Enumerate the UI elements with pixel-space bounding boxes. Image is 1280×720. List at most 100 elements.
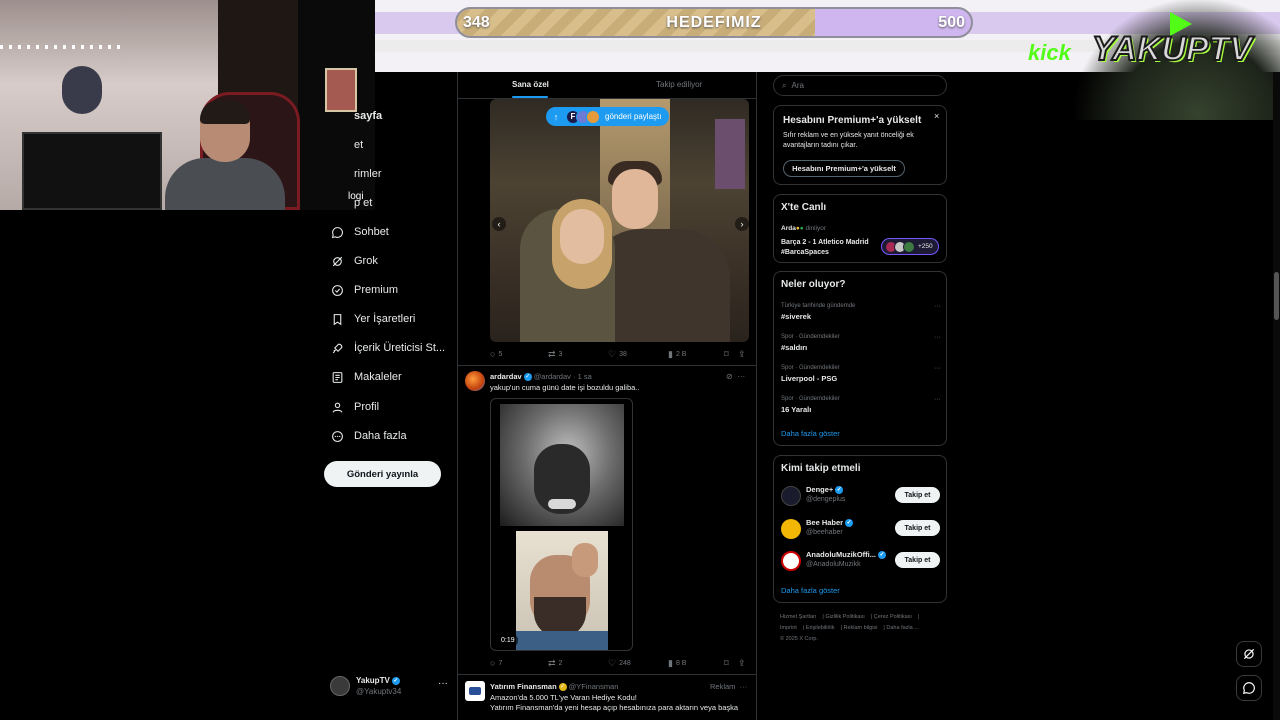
nav-label: Profil	[354, 401, 380, 413]
goal-progress-bar: 348 HEDEFIMIZ 500	[455, 7, 973, 38]
follow-button[interactable]: Takip et	[895, 487, 940, 503]
footer-link[interactable]: Çerez Politikası	[874, 614, 912, 620]
views-button[interactable]: ▮ 2 B	[668, 349, 724, 360]
post-button[interactable]: Gönderi yayınla	[324, 461, 441, 487]
more-icon[interactable]: ···	[740, 682, 748, 691]
premium-upsell-card: Hesabını Premium+'a yükselt × Sıfır rekl…	[773, 105, 947, 185]
avatar	[781, 551, 801, 571]
nav-home[interactable]: sayfa	[330, 105, 382, 127]
nav-more[interactable]: Daha fazla	[330, 425, 407, 447]
card-title: Neler oluyor?	[781, 279, 846, 290]
trend-item[interactable]: Spor · Gündemdekiler 16 Yaralı ···	[781, 396, 941, 414]
grok-icon[interactable]	[1236, 641, 1262, 667]
grok-icon[interactable]: ⊘	[726, 372, 733, 381]
divider	[458, 365, 756, 366]
bookmark-icon: ⌑	[724, 348, 729, 359]
video-duration: 0:19	[498, 636, 518, 645]
tab-following[interactable]: Takip ediliyor	[656, 80, 702, 89]
avatar[interactable]	[465, 681, 485, 701]
nav-label: Yer İşaretleri	[354, 313, 416, 325]
new-posts-pill[interactable]: ↑ F gönderi paylaştı	[546, 107, 669, 126]
card-title: Hesabını Premium+'a yükselt	[783, 115, 922, 126]
nav-profile[interactable]: Profil	[330, 396, 379, 418]
footer-link[interactable]: Daha fazla ...	[886, 625, 918, 631]
chevron-left-icon[interactable]: ‹	[492, 217, 506, 231]
verified-icon: ✓	[523, 373, 532, 382]
footer-link[interactable]: Reklam bilgisi	[843, 625, 877, 631]
profile-icon	[330, 400, 344, 414]
show-more-link[interactable]: Daha fazla göster	[781, 429, 840, 438]
share-button[interactable]: ⇪	[738, 658, 749, 669]
more-icon[interactable]: ···	[737, 372, 745, 381]
follow-button[interactable]: Takip et	[895, 552, 940, 568]
scrollbar-thumb[interactable]	[1274, 272, 1279, 320]
more-icon[interactable]: ···	[934, 303, 941, 310]
post-author[interactable]: Yatırım Finansman ✓ @YFinansman	[490, 682, 618, 692]
bookmark-button[interactable]: ⌑	[724, 658, 738, 669]
footer-link[interactable]: Hizmet Şartları	[780, 614, 816, 620]
show-more-link[interactable]: Daha fazla göster	[781, 586, 840, 595]
share-button[interactable]: ⇪	[738, 349, 749, 360]
trend-item[interactable]: Türkiye tarihinde gündemde #siverek ···	[781, 303, 941, 321]
footer-link[interactable]: Erişilebilirlik	[806, 625, 835, 631]
trends-card: Neler oluyor? Türkiye tarihinde gündemde…	[773, 271, 947, 446]
chat-icon[interactable]	[1236, 675, 1262, 701]
like-button[interactable]: ♡ 248	[608, 658, 668, 669]
share-icon: ⇪	[738, 348, 746, 359]
follow-suggestion[interactable]: Denge+ ✓ @dengeplus Takip et	[781, 484, 941, 508]
nav-bookmarks[interactable]: Yer İşaretleri	[330, 308, 415, 330]
repost-button[interactable]: ⇄ 2	[548, 658, 608, 669]
more-icon[interactable]: ···	[934, 334, 941, 341]
trend-item[interactable]: Spor · Gündemdekiler #saldırı ···	[781, 334, 941, 352]
tab-for-you[interactable]: Sana özel	[512, 80, 549, 89]
follow-button[interactable]: Takip et	[895, 520, 940, 536]
post-photo[interactable]: ‹ ›	[490, 99, 749, 342]
nav-follow[interactable]: p et	[330, 192, 372, 214]
space-title[interactable]: Barça 2 - 1 Atletico Madrid #BarcaSpaces	[781, 238, 881, 258]
post-video[interactable]	[490, 398, 633, 651]
chat-icon	[330, 225, 344, 239]
footer-link[interactable]: Imprint	[780, 625, 797, 631]
nav-grok[interactable]: Grok	[330, 250, 378, 272]
nav-label: sayfa	[354, 110, 383, 122]
follow-suggestion[interactable]: AnadoluMuzikOffi... ✓ @AnadoluMuzikk Taki…	[781, 549, 941, 573]
nav-chat[interactable]: Sohbet	[330, 221, 389, 243]
nav-premium[interactable]: Premium	[330, 279, 398, 301]
verified-icon: ✓	[845, 519, 854, 528]
account-more-icon[interactable]: ···	[438, 678, 448, 689]
repost-button[interactable]: ⇄ 3	[548, 349, 608, 360]
avatar[interactable]	[465, 371, 485, 391]
channel-logo: YAKUPTV	[1091, 29, 1253, 69]
trend-item[interactable]: Spor · Gündemdekiler Liverpool - PSG ···	[781, 365, 941, 383]
account-switcher[interactable]: YakupTV ✓ @Yakuptv34	[330, 674, 450, 698]
more-icon[interactable]: ···	[934, 396, 941, 403]
post-menu[interactable]: ⊘ ···	[726, 372, 745, 381]
listener-count: +250	[918, 243, 933, 250]
footer-link[interactable]: Gizlilik Politikası	[825, 614, 864, 620]
reply-button[interactable]: ○ 5	[490, 349, 548, 359]
reply-button[interactable]: ○ 7	[490, 658, 548, 668]
close-icon[interactable]: ×	[934, 111, 939, 121]
nav-creator-studio[interactable]: İçerik Üreticisi St...	[330, 337, 445, 359]
like-button[interactable]: ♡ 38	[608, 349, 668, 360]
card-title: Kimi takip etmeli	[781, 463, 861, 474]
scrollbar[interactable]	[1273, 72, 1280, 720]
follow-suggestion[interactable]: Bee Haber ✓ @beehaber Takip et	[781, 517, 941, 541]
nav-notifications[interactable]: rimler	[330, 163, 382, 185]
repost-icon: ⇄	[548, 657, 556, 668]
premium-icon	[330, 283, 344, 297]
upgrade-premium-button[interactable]: Hesabını Premium+'a yükselt	[783, 160, 905, 177]
post-author[interactable]: ardardav ✓ @ardardav · 1 sa	[490, 372, 592, 382]
views-button[interactable]: ▮ 8 B	[668, 658, 724, 669]
post-text: Amazon'da 5.000 TL'ye Varan Hediye Kodu!	[490, 693, 637, 702]
nav-articles[interactable]: Makaleler	[330, 366, 402, 388]
more-icon[interactable]: ···	[934, 365, 941, 372]
space-listeners-pill[interactable]: +250	[881, 238, 939, 255]
rocket-icon	[330, 341, 344, 355]
webcam-feed	[0, 0, 375, 210]
bookmark-button[interactable]: ⌑	[724, 349, 738, 360]
nav-explore[interactable]: et	[330, 134, 363, 156]
search-input[interactable]: ⌕ Ara	[773, 75, 947, 96]
chevron-right-icon[interactable]: ›	[735, 217, 749, 231]
heart-icon: ♡	[608, 348, 617, 359]
